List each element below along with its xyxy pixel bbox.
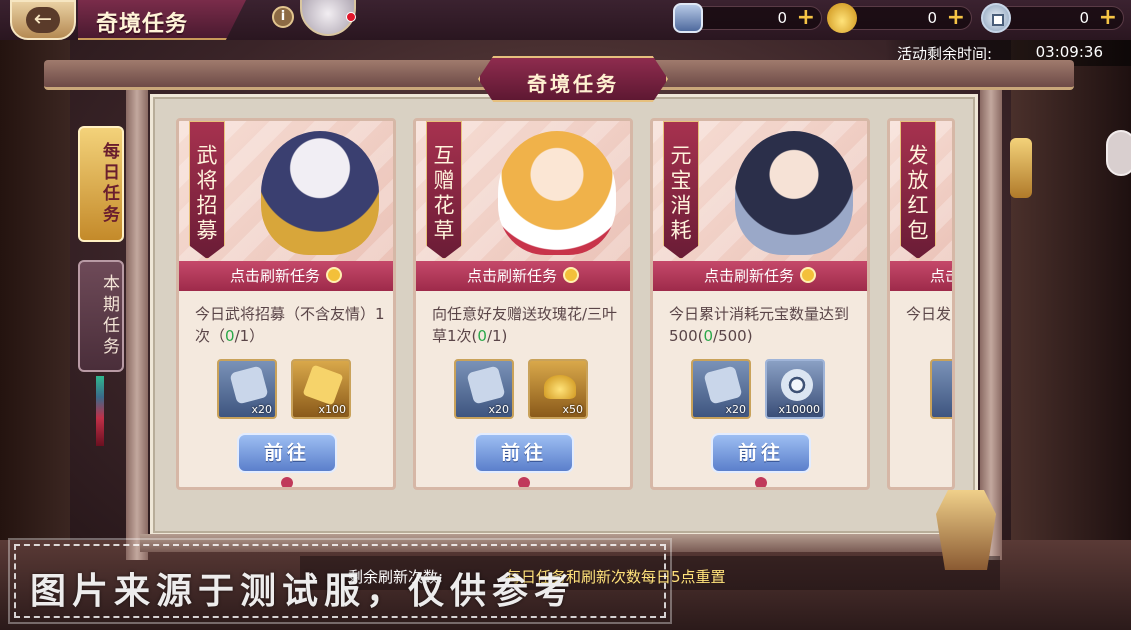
info-icon[interactable]: i: [272, 6, 294, 28]
reward-item[interactable]: [930, 359, 952, 419]
reward-list: x20 x50: [454, 359, 588, 423]
currency-value: 0: [927, 9, 937, 27]
hanging-lantern: [1010, 138, 1032, 198]
reward-item[interactable]: x20: [691, 359, 751, 419]
refresh-icon: [326, 267, 342, 283]
title-tab: 奇境任务: [78, 0, 246, 40]
back-button[interactable]: ←: [10, 0, 76, 40]
timer-value: 03:09:36: [1035, 43, 1103, 61]
progress-total: /500): [713, 327, 753, 345]
reward-count: x20: [251, 403, 272, 416]
task-card: 互赠花草 点击刷新任务 向任意好友赠送玫瑰花/三叶草1次(0/1) x20 x5…: [413, 118, 633, 490]
character-portrait: [498, 131, 616, 255]
tab-daily-tasks[interactable]: 每日任务: [78, 126, 124, 242]
reward-list: x20 x10000: [691, 359, 825, 423]
task-card: 发放红包 点击 今日发: [887, 118, 955, 490]
currency-gold: 0 +: [827, 3, 972, 33]
reward-count: x20: [725, 403, 746, 416]
knot-ornament: [755, 477, 767, 487]
refresh-label: 点击刷新任务: [229, 267, 320, 285]
reward-item[interactable]: x20: [454, 359, 514, 419]
side-scroll-handle[interactable]: [1106, 130, 1131, 176]
tab-label: 每日任务: [99, 142, 119, 226]
jade-token-icon: [302, 364, 344, 406]
desc-text: 今日发: [906, 305, 952, 323]
character-portrait: [735, 131, 853, 255]
notification-dot: [346, 12, 356, 22]
knot-ornament: [281, 477, 293, 487]
tab-label: 本期任务: [99, 274, 119, 358]
gold-ingot-icon: [544, 375, 576, 399]
task-card: 武将招募 点击刷新任务 今日武将招募（不含友情）1次（0/1） x20 x100…: [176, 118, 396, 490]
refresh-icon: [800, 267, 816, 283]
reward-count: x10000: [778, 403, 820, 416]
progress-total: /1）: [234, 327, 265, 345]
reward-list: x20 x100: [217, 359, 351, 423]
currency-active-tag: 0 +: [673, 3, 822, 33]
add-currency-button[interactable]: +: [1099, 6, 1117, 30]
task-name: 互赠花草: [426, 121, 462, 259]
task-description: 今日武将招募（不含友情）1次（0/1）: [195, 303, 385, 347]
reward-item[interactable]: x50: [528, 359, 588, 419]
active-tag-icon: [703, 365, 743, 405]
tab-period-tasks[interactable]: 本期任务: [78, 260, 124, 372]
desc-text: 今日武将招募（不含友情）1次（: [195, 305, 385, 345]
silver-coin-icon: [781, 369, 813, 401]
page-title: 奇境任务: [96, 12, 189, 37]
reward-item[interactable]: x100: [291, 359, 351, 419]
add-currency-button[interactable]: +: [797, 6, 815, 30]
progress-total: /1): [486, 327, 508, 345]
add-currency-button[interactable]: +: [947, 6, 965, 30]
reward-item[interactable]: x10000: [765, 359, 825, 419]
refresh-task-button[interactable]: 点击: [890, 261, 952, 291]
back-arrow-icon: ←: [26, 7, 60, 33]
desc-text: 向任意好友赠送玫瑰花/三叶草1次(: [432, 305, 618, 345]
task-name: 元宝消耗: [663, 121, 699, 259]
stone-lamp: [936, 490, 996, 570]
watermark-text: 图片来源于测试服，仅供参考: [30, 571, 577, 612]
reward-count: x100: [318, 403, 346, 416]
desc-text: 今日累计消耗元宝数量达到500(: [669, 305, 850, 345]
gold-ingot-icon: [827, 3, 857, 33]
task-name: 发放红包: [900, 121, 936, 259]
watermark: 图片来源于测试服，仅供参考: [8, 538, 672, 624]
right-post: [980, 90, 1002, 560]
go-button[interactable]: 前往: [711, 433, 811, 473]
go-button[interactable]: 前往: [474, 433, 574, 473]
board-banner: 奇境任务: [478, 56, 668, 102]
currency-value: 0: [1079, 9, 1089, 27]
left-post: [126, 90, 148, 560]
banner-title: 奇境任务: [527, 72, 619, 96]
active-tag-icon: [466, 365, 506, 405]
refresh-label: 点击: [930, 267, 952, 285]
task-card: 元宝消耗 点击刷新任务 今日累计消耗元宝数量达到500(0/500) x20 x…: [650, 118, 870, 490]
silver-coin-icon: [981, 3, 1011, 33]
task-description: 今日累计消耗元宝数量达到500(0/500): [669, 303, 859, 347]
progress-done: 0: [703, 327, 714, 345]
tassel-ornament: [96, 376, 104, 446]
task-description: 今日发: [906, 303, 952, 325]
refresh-task-button[interactable]: 点击刷新任务: [179, 261, 393, 291]
progress-done: 0: [477, 327, 487, 345]
task-description: 向任意好友赠送玫瑰花/三叶草1次(0/1): [432, 303, 622, 347]
reward-count: x20: [488, 403, 509, 416]
refresh-task-button[interactable]: 点击刷新任务: [653, 261, 867, 291]
refresh-task-button[interactable]: 点击刷新任务: [416, 261, 630, 291]
active-tag-icon: [673, 3, 703, 33]
currency-silver: 0 +: [981, 3, 1124, 33]
refresh-label: 点击刷新任务: [703, 267, 794, 285]
refresh-icon: [563, 267, 579, 283]
active-tag-icon: [229, 365, 269, 405]
character-portrait: [261, 131, 379, 255]
go-button[interactable]: 前往: [237, 433, 337, 473]
progress-done: 0: [225, 327, 235, 345]
task-name: 武将招募: [189, 121, 225, 259]
knot-ornament: [518, 477, 530, 487]
refresh-label: 点击刷新任务: [466, 267, 557, 285]
reward-count: x50: [562, 403, 583, 416]
reward-item[interactable]: x20: [217, 359, 277, 419]
currency-value: 0: [777, 9, 787, 27]
